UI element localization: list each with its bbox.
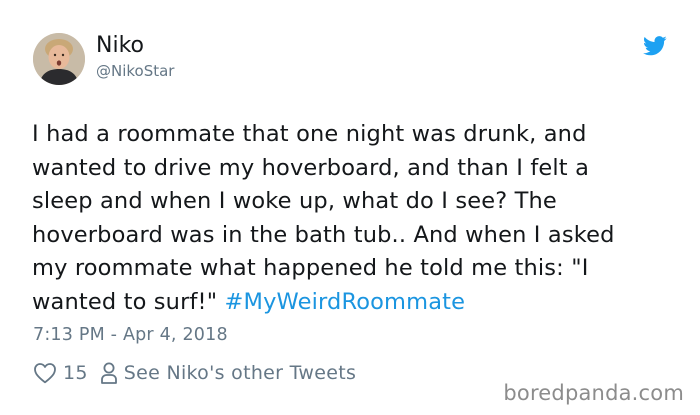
tweet-timestamp[interactable]: 7:13 PM - Apr 4, 2018 [33, 323, 228, 347]
watermark: boredpanda.com [503, 381, 684, 405]
author-handle[interactable]: @NikoStar [96, 61, 174, 81]
avatar-photo [33, 33, 85, 85]
heart-icon[interactable] [33, 362, 57, 384]
avatar[interactable] [33, 33, 85, 85]
person-icon[interactable] [100, 361, 118, 385]
tweet-text-line: wanted to surf!" [32, 288, 225, 315]
tweet-text-line: hoverboard was in the bath tub.. And whe… [32, 221, 615, 248]
like-count[interactable]: 15 [63, 362, 88, 384]
tweet-text-line: I had a roommate that one night was drun… [32, 121, 587, 147]
tweet-actions: 15 See Niko's other Tweets [33, 359, 356, 387]
hashtag-link[interactable]: #MyWeirdRoommate [225, 289, 466, 315]
tweet-text-last-line: wanted to surf!" #MyWeirdRoommate [32, 286, 672, 320]
tweet-text-line: sleep and when I woke up, what do I see?… [32, 188, 557, 214]
author-display-name[interactable]: Niko [96, 32, 144, 60]
tweet-text-line: wanted to drive my hoverboard, and than … [32, 154, 590, 181]
tweet-text: I had a roommate that one night was drun… [32, 118, 672, 319]
see-other-tweets-link[interactable]: See Niko's other Tweets [124, 362, 356, 384]
tweet-text-line: my roommate what happened he told me thi… [32, 255, 589, 281]
tweet-card: Niko @NikoStar I had a roommate that one… [0, 0, 700, 415]
twitter-bird-icon[interactable] [643, 36, 667, 56]
